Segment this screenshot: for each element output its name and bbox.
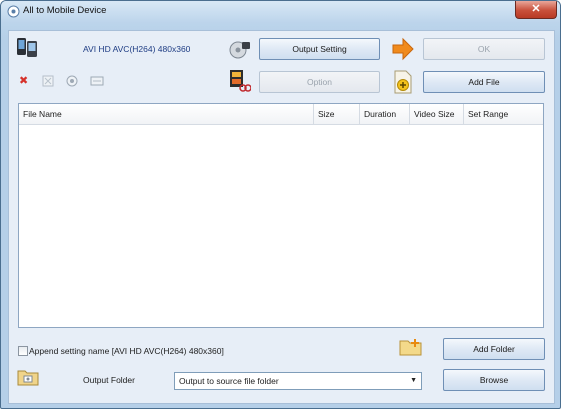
- clear-icon[interactable]: [42, 75, 54, 87]
- profile-name: AVI HD AVC(H264) 480x360: [83, 44, 191, 54]
- column-duration[interactable]: Duration: [360, 104, 410, 124]
- add-file-button[interactable]: Add File: [423, 71, 545, 93]
- column-set-range[interactable]: Set Range: [464, 104, 543, 124]
- title-bar: All to Mobile Device ✕: [1, 1, 560, 23]
- option-button[interactable]: Option: [259, 71, 380, 93]
- ok-button[interactable]: OK: [423, 38, 545, 60]
- output-folder-label: Output Folder: [83, 375, 135, 385]
- append-setting-checkbox[interactable]: [18, 346, 28, 356]
- file-list-header: File Name Size Duration Video Size Set R…: [19, 104, 543, 125]
- output-setting-button[interactable]: Output Setting: [259, 38, 380, 60]
- info-icon[interactable]: [90, 75, 104, 87]
- close-icon: ✕: [531, 3, 541, 15]
- close-button[interactable]: ✕: [515, 1, 557, 19]
- file-list[interactable]: File Name Size Duration Video Size Set R…: [18, 103, 544, 328]
- open-folder-icon[interactable]: [17, 368, 39, 386]
- column-file-name[interactable]: File Name: [19, 104, 314, 124]
- next-arrow-icon: [392, 37, 414, 61]
- app-window: All to Mobile Device ✕ AVI HD AVC(H264) …: [0, 0, 561, 409]
- add-file-icon[interactable]: [392, 70, 414, 94]
- film-cut-icon[interactable]: [229, 69, 251, 93]
- chevron-down-icon: ▼: [410, 377, 417, 384]
- remove-icon[interactable]: ✖: [19, 75, 28, 88]
- preview-icon[interactable]: [66, 75, 78, 87]
- settings-disc-icon[interactable]: [229, 39, 251, 61]
- add-folder-icon[interactable]: [399, 337, 423, 357]
- app-icon: [7, 5, 20, 18]
- add-folder-button[interactable]: Add Folder: [443, 338, 545, 360]
- append-setting-label: Append setting name [AVI HD AVC(H264) 48…: [29, 346, 224, 356]
- client-area: AVI HD AVC(H264) 480x360 Output Setting …: [8, 30, 555, 404]
- browse-button[interactable]: Browse: [443, 369, 545, 391]
- window-title: All to Mobile Device: [23, 5, 107, 16]
- column-video-size[interactable]: Video Size: [410, 104, 464, 124]
- column-size[interactable]: Size: [314, 104, 360, 124]
- output-folder-value: Output to source file folder: [179, 376, 279, 386]
- output-folder-select[interactable]: Output to source file folder ▼: [174, 372, 422, 390]
- mobile-devices-icon: [17, 38, 37, 57]
